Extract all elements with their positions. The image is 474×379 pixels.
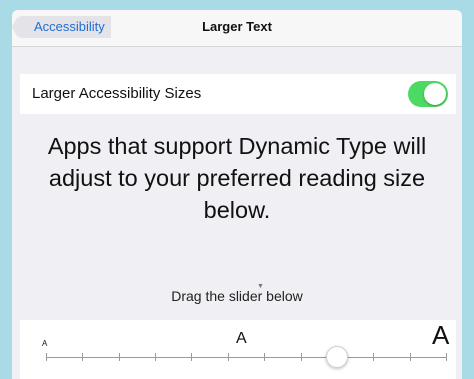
- medium-text-size-label: A: [236, 330, 247, 347]
- slider-tick: [82, 353, 83, 361]
- small-text-size-label: A: [42, 339, 48, 348]
- larger-accessibility-sizes-label: Larger Accessibility Sizes: [32, 85, 202, 102]
- slider-tick: [264, 353, 265, 361]
- slider-tick: [119, 353, 120, 361]
- slider-tick: [228, 353, 229, 361]
- slider-tick: [373, 353, 374, 361]
- slider-tick: [191, 353, 192, 361]
- text-size-slider-track[interactable]: [46, 357, 446, 358]
- larger-accessibility-sizes-row: Larger Accessibility Sizes: [20, 74, 456, 114]
- slider-tick: [46, 353, 47, 361]
- slider-tick: [446, 353, 447, 361]
- large-text-size-label: A: [432, 320, 450, 350]
- text-size-slider-panel: A A A: [20, 320, 456, 379]
- navigation-bar: Accessibility Larger Text: [12, 10, 462, 47]
- pointer-cursor-icon: ▼: [257, 283, 264, 290]
- slider-instruction: Drag the slider below: [171, 288, 303, 304]
- slider-tick: [301, 353, 302, 361]
- text-size-slider-thumb[interactable]: [326, 346, 348, 368]
- switch-knob: [424, 83, 446, 105]
- settings-screen: Accessibility Larger Text Larger Accessi…: [12, 10, 462, 379]
- dynamic-type-description: Apps that support Dynamic Type will adju…: [47, 133, 427, 223]
- slider-tick: [410, 353, 411, 361]
- back-button-accessibility[interactable]: Accessibility: [12, 16, 111, 38]
- slider-tick: [155, 353, 156, 361]
- larger-accessibility-sizes-switch[interactable]: [408, 81, 448, 107]
